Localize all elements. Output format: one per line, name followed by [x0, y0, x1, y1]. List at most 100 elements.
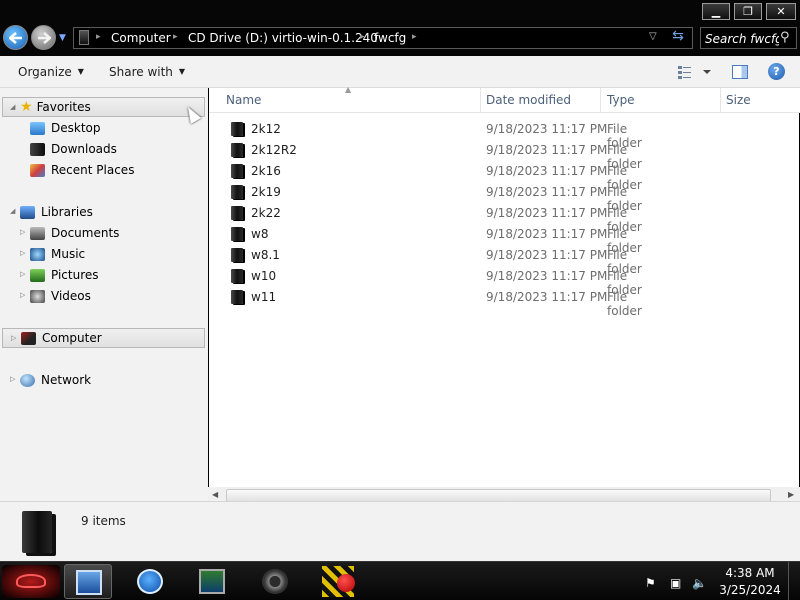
address-history-dropdown[interactable]: ▽ [649, 31, 657, 42]
address-bar[interactable]: ▸ Computer ▸ CD Drive (D:) virtio-win-0.… [73, 27, 693, 49]
column-divider[interactable] [480, 88, 481, 113]
chevron-right-icon[interactable]: ▸ [412, 32, 417, 42]
sidebar-item-music[interactable]: ▷ Music [18, 244, 85, 264]
scroll-right-icon[interactable]: ▶ [788, 490, 794, 499]
table-row[interactable]: 2k12R2 9/18/2023 11:17 PM File folder [223, 140, 663, 171]
column-divider[interactable] [600, 88, 601, 113]
sidebar-item-network[interactable]: ▷ Network [2, 370, 91, 390]
taskbar-monitor-button[interactable] [188, 564, 236, 599]
column-divider[interactable] [720, 88, 721, 113]
action-center-flag-icon[interactable]: ⚑ [645, 576, 656, 590]
scroll-left-icon[interactable]: ◀ [212, 490, 218, 499]
sidebar-item-libraries[interactable]: ◢ Libraries [2, 202, 93, 222]
preview-pane-button[interactable] [732, 65, 748, 79]
taskbar-explorer-button[interactable] [64, 564, 112, 599]
change-view-button[interactable] [676, 65, 716, 81]
table-row[interactable]: w8.1 9/18/2023 11:17 PM File folder [223, 245, 663, 276]
file-date-modified: 9/18/2023 11:17 PM [486, 143, 608, 157]
file-name: 2k12R2 [251, 143, 297, 157]
folder-icon [231, 185, 243, 199]
computer-icon [21, 331, 36, 345]
close-button[interactable]: ✕ [766, 3, 796, 20]
column-header-type[interactable]: Type [607, 93, 635, 107]
organize-button[interactable]: Organize ▼ [18, 65, 84, 79]
search-box[interactable]: ⚲ [700, 27, 797, 49]
sidebar-item-downloads[interactable]: Downloads [30, 139, 117, 159]
file-date-modified: 9/18/2023 11:17 PM [486, 185, 608, 199]
maximize-button[interactable]: ❐ [734, 3, 762, 20]
refresh-button[interactable]: ⇆ [668, 28, 688, 48]
search-icon[interactable]: ⚲ [780, 30, 790, 45]
minimize-button[interactable]: ▁ [702, 3, 730, 20]
sidebar-item-documents[interactable]: ▷ Documents [18, 223, 119, 243]
breadcrumb-computer[interactable]: Computer [111, 31, 171, 45]
share-with-label: Share with [109, 65, 173, 79]
sidebar-item-label: Libraries [41, 205, 93, 219]
file-name: 2k12 [251, 122, 281, 136]
expand-arrow-icon[interactable]: ▷ [20, 291, 25, 299]
file-name: 2k22 [251, 206, 281, 220]
downloads-icon [30, 142, 45, 156]
folder-icon [231, 269, 243, 283]
sidebar-item-computer[interactable]: ▷ Computer [2, 328, 205, 348]
breadcrumb-fwcfg[interactable]: fwcfg [374, 31, 406, 45]
table-row[interactable]: w11 9/18/2023 11:17 PM File folder [223, 287, 663, 318]
sidebar-item-pictures[interactable]: ▷ Pictures [18, 265, 99, 285]
table-row[interactable]: 2k22 9/18/2023 11:17 PM File folder [223, 203, 663, 234]
back-button[interactable] [3, 25, 28, 50]
expand-arrow-icon[interactable]: ▷ [10, 375, 15, 383]
folder-icon [22, 511, 52, 553]
table-row[interactable]: 2k12 9/18/2023 11:17 PM File folder [223, 119, 663, 150]
sidebar-item-label: Music [51, 247, 86, 261]
start-button[interactable] [2, 565, 60, 598]
column-header-size[interactable]: Size [726, 93, 751, 107]
organize-label: Organize [18, 65, 72, 79]
file-name: w8 [251, 227, 269, 241]
sidebar-item-videos[interactable]: ▷ Videos [18, 286, 91, 306]
forward-button[interactable] [31, 25, 56, 50]
share-with-button[interactable]: Share with ▼ [109, 65, 185, 79]
chevron-right-icon[interactable]: ▸ [173, 32, 178, 42]
clock-date[interactable]: 3/25/2024 [700, 583, 800, 597]
network-status-icon[interactable]: ▣ [670, 576, 681, 590]
clock-time[interactable]: 4:38 AM [700, 566, 800, 580]
search-input[interactable] [705, 31, 779, 46]
music-icon [30, 247, 45, 261]
file-date-modified: 9/18/2023 11:17 PM [486, 269, 608, 283]
taskbar-camera-button[interactable] [251, 564, 299, 599]
expand-arrow-icon[interactable]: ◢ [10, 103, 15, 111]
expand-arrow-icon[interactable]: ▷ [20, 249, 25, 257]
folder-icon [231, 143, 243, 157]
table-row[interactable]: 2k19 9/18/2023 11:17 PM File folder [223, 182, 663, 213]
taskbar-record-button[interactable] [314, 564, 362, 599]
file-list[interactable]: ▲ Name Date modified Type Size 2k12 9/18… [208, 85, 800, 488]
show-desktop-button[interactable] [788, 562, 800, 600]
column-header-name[interactable]: Name [226, 93, 261, 107]
item-count: 9 items [81, 514, 126, 528]
table-row[interactable]: 2k16 9/18/2023 11:17 PM File folder [223, 161, 663, 192]
breadcrumb-cd-drive[interactable]: CD Drive (D:) virtio-win-0.1.240 [188, 31, 378, 45]
table-row[interactable]: w8 9/18/2023 11:17 PM File folder [223, 224, 663, 255]
taskbar-media-player-button[interactable] [126, 564, 174, 599]
help-button[interactable]: ? [768, 63, 785, 80]
sidebar-item-label: Downloads [51, 142, 117, 156]
chevron-right-icon[interactable]: ▸ [96, 32, 101, 42]
file-name: 2k19 [251, 185, 281, 199]
table-row[interactable]: w10 9/18/2023 11:17 PM File folder [223, 266, 663, 297]
sidebar-item-label: Documents [51, 226, 120, 240]
expand-arrow-icon[interactable]: ▷ [20, 228, 25, 236]
sidebar-item-desktop[interactable]: Desktop [30, 118, 101, 138]
sidebar-item-favorites[interactable]: ◢ ★ Favorites [2, 97, 205, 117]
sidebar-item-label: Pictures [51, 268, 99, 282]
folder-icon [231, 206, 243, 220]
drive-icon [79, 30, 89, 45]
recent-pages-dropdown[interactable]: ▼ [59, 33, 66, 43]
column-header-date-modified[interactable]: Date modified [486, 93, 571, 107]
file-date-modified: 9/18/2023 11:17 PM [486, 248, 608, 262]
expand-arrow-icon[interactable]: ▷ [20, 270, 25, 278]
expand-arrow-icon[interactable]: ◢ [10, 207, 15, 215]
expand-arrow-icon[interactable]: ▷ [11, 334, 16, 342]
sidebar-item-recent-places[interactable]: Recent Places [30, 160, 134, 180]
chevron-right-icon[interactable]: ▸ [360, 32, 365, 42]
sidebar-item-label: Network [41, 373, 92, 387]
